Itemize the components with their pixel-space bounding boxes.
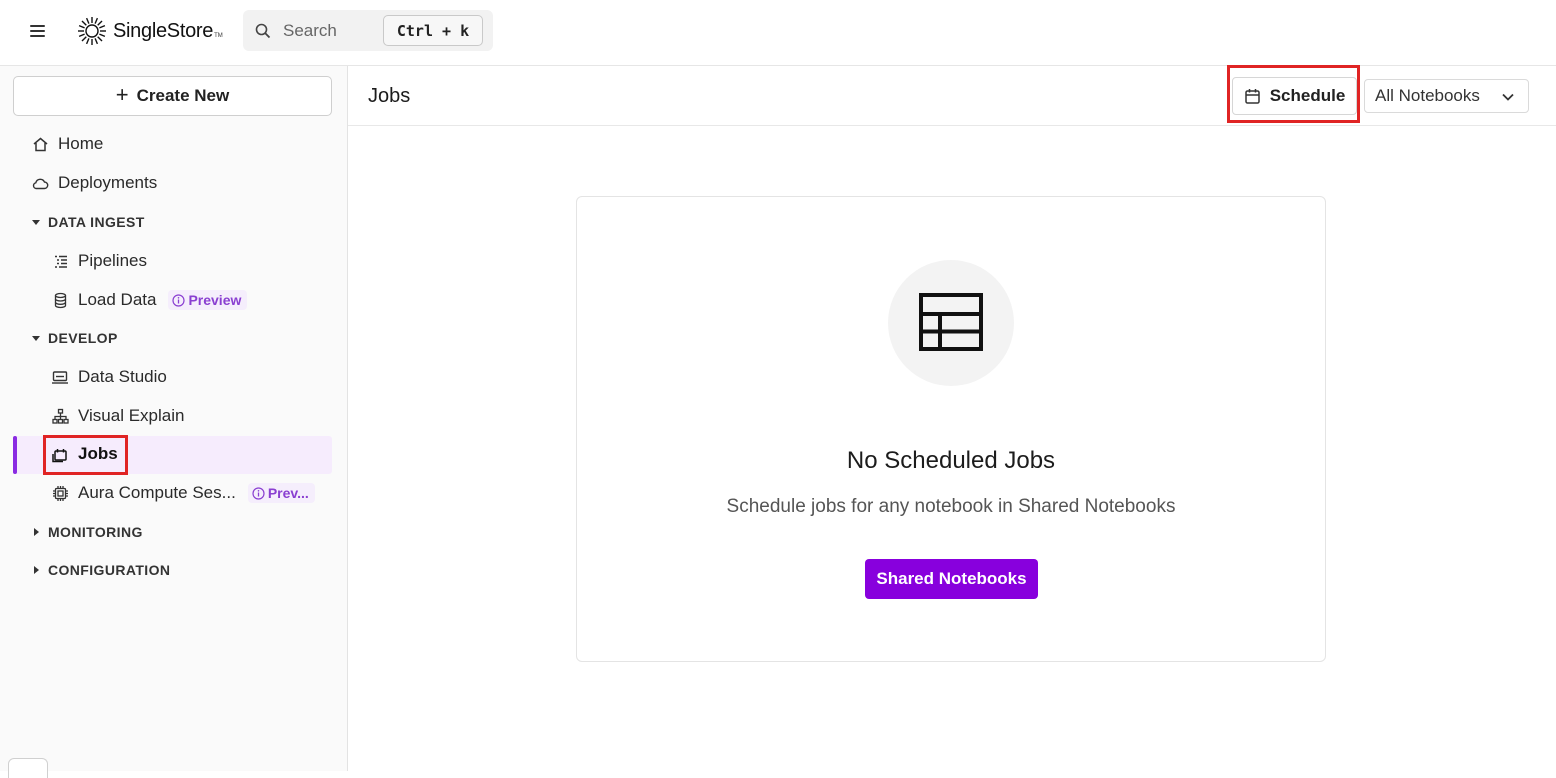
caret-down-icon <box>31 217 41 227</box>
sidebar-item-load-data[interactable]: Load Data Preview <box>51 290 248 310</box>
brand-logo[interactable]: SingleStore TM <box>77 14 223 48</box>
active-item-indicator <box>13 436 17 474</box>
empty-state-subtitle: Schedule jobs for any notebook in Shared… <box>726 496 1176 517</box>
chip-icon <box>51 484 69 502</box>
sidebar: + Create New Home Deployments DATA INGES… <box>0 66 348 778</box>
preview-badge: Prev... <box>247 483 315 503</box>
preview-badge-label: Preview <box>188 292 242 308</box>
sidebar-item-label: Pipelines <box>78 251 147 270</box>
empty-state-illustration <box>888 260 1014 386</box>
sidebar-item-visual-explain[interactable]: Visual Explain <box>51 406 184 426</box>
section-data-ingest[interactable]: DATA INGEST <box>31 214 145 230</box>
sidebar-item-label: Home <box>58 134 104 153</box>
search-shortcut: Ctrl + k <box>383 15 483 46</box>
home-icon <box>31 135 49 153</box>
brand-name: SingleStore <box>113 19 214 42</box>
sidebar-item-home[interactable]: Home <box>31 134 103 154</box>
plus-icon: + <box>115 82 129 107</box>
header-divider <box>348 125 1556 126</box>
brand-trademark: TM <box>214 33 223 39</box>
section-label: DATA INGEST <box>48 214 145 230</box>
top-bar: SingleStore TM Search Ctrl + k <box>0 0 1556 66</box>
search-input[interactable]: Search Ctrl + k <box>243 10 493 51</box>
sidebar-item-label: Jobs <box>78 444 118 463</box>
empty-state-title: No Scheduled Jobs <box>846 447 1056 474</box>
sidebar-item-data-studio[interactable]: Data Studio <box>51 367 167 387</box>
cloud-icon <box>31 174 49 192</box>
shared-notebooks-button[interactable]: Shared Notebooks <box>865 559 1038 599</box>
caret-right-icon <box>31 527 41 537</box>
database-icon <box>51 291 69 309</box>
notebook-filter-select[interactable]: All Notebooks <box>1364 79 1529 113</box>
sidebar-item-pipelines[interactable]: Pipelines <box>51 251 147 271</box>
pipelines-icon <box>51 252 69 270</box>
info-icon <box>252 486 265 500</box>
chevron-down-icon <box>1502 93 1514 101</box>
sidebar-item-label: Visual Explain <box>78 406 185 425</box>
search-placeholder: Search <box>283 21 337 40</box>
create-new-label: Create New <box>136 86 230 105</box>
search-icon <box>255 23 271 39</box>
table-icon <box>919 293 983 351</box>
schedule-label: Schedule <box>1269 86 1346 105</box>
caret-right-icon <box>31 565 41 575</box>
sidebar-item-jobs[interactable]: Jobs <box>51 444 118 464</box>
sidebar-item-label: Deployments <box>58 173 158 192</box>
sidebar-item-deployments[interactable]: Deployments <box>31 173 157 193</box>
preview-badge-label: Prev... <box>267 485 309 501</box>
laptop-icon <box>51 368 69 386</box>
page-title: Jobs <box>368 85 411 107</box>
section-label: CONFIGURATION <box>48 562 171 578</box>
preview-badge: Preview <box>168 290 248 310</box>
section-monitoring[interactable]: MONITORING <box>31 524 143 540</box>
hierarchy-icon <box>51 407 69 425</box>
sidebar-collapse-handle[interactable] <box>8 758 48 778</box>
calendar-icon <box>1244 88 1260 104</box>
sidebar-item-label: Aura Compute Ses... <box>78 483 236 502</box>
jobs-icon <box>51 445 69 463</box>
singlestore-logo-icon <box>78 17 106 45</box>
create-new-button[interactable]: + Create New <box>13 76 332 116</box>
notebook-filter-value: All Notebooks <box>1375 86 1480 105</box>
sidebar-item-label: Load Data <box>78 290 157 309</box>
section-configuration[interactable]: CONFIGURATION <box>31 562 170 578</box>
menu-icon[interactable] <box>27 20 49 42</box>
info-icon <box>172 293 186 307</box>
section-label: DEVELOP <box>48 330 118 346</box>
sidebar-item-label: Data Studio <box>78 367 167 386</box>
section-develop[interactable]: DEVELOP <box>31 330 118 346</box>
section-label: MONITORING <box>48 524 143 540</box>
schedule-button[interactable]: Schedule <box>1232 77 1357 115</box>
caret-down-icon <box>31 333 41 343</box>
sidebar-item-aura-compute[interactable]: Aura Compute Ses... Prev... <box>51 483 315 503</box>
empty-state-card: No Scheduled Jobs Schedule jobs for any … <box>576 196 1326 662</box>
